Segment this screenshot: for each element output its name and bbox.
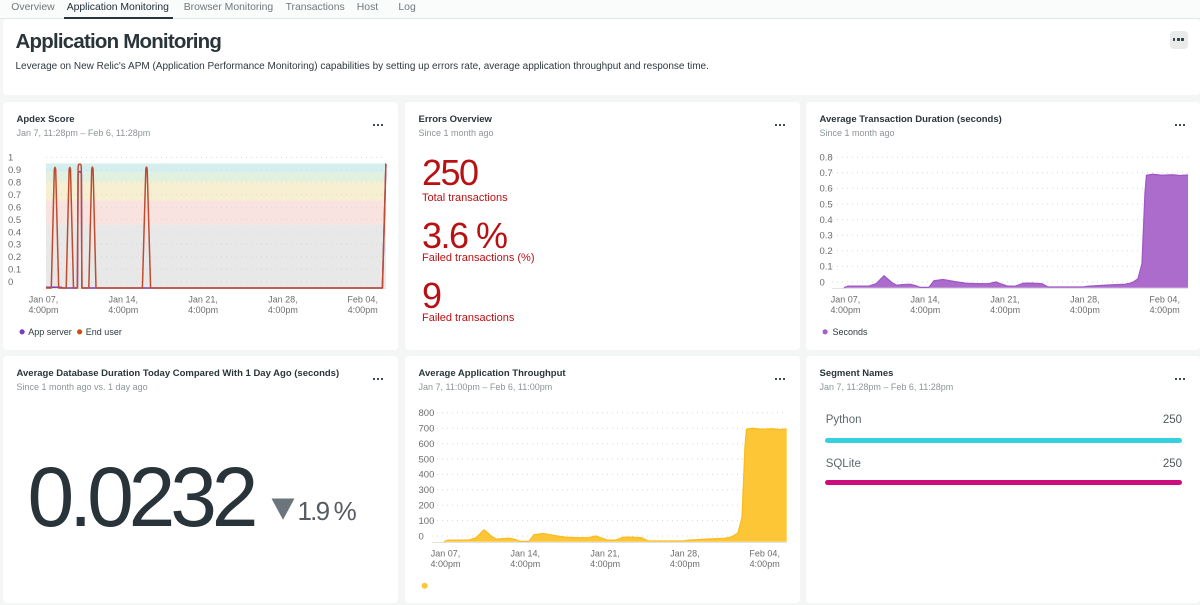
svg-text:0.1: 0.1: [820, 262, 833, 273]
svg-text:0.1: 0.1: [8, 265, 21, 276]
svg-text:300: 300: [419, 485, 435, 496]
svg-text:4:00pm: 4:00pm: [750, 559, 780, 569]
svg-text:600: 600: [419, 439, 435, 450]
svg-text:Jan 14,: Jan 14,: [109, 295, 139, 305]
svg-text:500: 500: [419, 454, 435, 465]
svg-text:0.8: 0.8: [8, 178, 21, 189]
svg-text:4:00pm: 4:00pm: [590, 559, 620, 569]
svg-text:4:00pm: 4:00pm: [830, 305, 860, 315]
svg-text:0: 0: [8, 277, 13, 288]
svg-text:Feb 04,: Feb 04,: [749, 549, 780, 559]
svg-text:0.3: 0.3: [8, 240, 21, 251]
svg-text:App server: App server: [28, 327, 72, 337]
svg-text:4:00pm: 4:00pm: [510, 559, 540, 569]
svg-text:4:00pm: 4:00pm: [990, 305, 1020, 315]
svg-text:Jan 14,: Jan 14,: [511, 549, 541, 559]
svg-text:4:00pm: 4:00pm: [348, 305, 378, 315]
svg-text:Jan 21,: Jan 21,: [188, 295, 218, 305]
svg-text:0.2: 0.2: [820, 246, 833, 257]
svg-text:Jan 28,: Jan 28,: [670, 549, 700, 559]
svg-text:4:00pm: 4:00pm: [430, 559, 460, 569]
svg-text:0.8: 0.8: [820, 153, 833, 164]
svg-text:Jan 21,: Jan 21,: [590, 549, 620, 559]
svg-text:4:00pm: 4:00pm: [108, 305, 138, 315]
svg-text:Jan 07,: Jan 07,: [831, 295, 861, 305]
svg-text:0.3: 0.3: [820, 231, 833, 242]
svg-text:0.5: 0.5: [8, 215, 21, 226]
svg-text:0.6: 0.6: [8, 202, 21, 213]
svg-text:4:00pm: 4:00pm: [28, 305, 58, 315]
svg-text:0.4: 0.4: [820, 215, 833, 226]
svg-text:Seconds: Seconds: [833, 327, 869, 337]
svg-text:0.9: 0.9: [8, 165, 21, 176]
svg-text:Feb 04,: Feb 04,: [347, 295, 378, 305]
svg-text:0.7: 0.7: [8, 190, 21, 201]
svg-text:400: 400: [419, 470, 435, 481]
svg-text:4:00pm: 4:00pm: [268, 305, 298, 315]
svg-text:0: 0: [820, 277, 825, 288]
svg-text:200: 200: [419, 501, 435, 512]
svg-text:Jan 07,: Jan 07,: [29, 295, 59, 305]
svg-text:End user: End user: [86, 327, 122, 337]
svg-text:4:00pm: 4:00pm: [1150, 305, 1180, 315]
svg-text:4:00pm: 4:00pm: [670, 559, 700, 569]
svg-text:800: 800: [419, 408, 435, 419]
svg-text:Jan 07,: Jan 07,: [431, 549, 461, 559]
svg-text:0.7: 0.7: [820, 168, 833, 179]
svg-text:0.4: 0.4: [8, 227, 21, 238]
svg-text:Jan 21,: Jan 21,: [990, 295, 1020, 305]
svg-text:Jan 28,: Jan 28,: [268, 295, 298, 305]
svg-text:1: 1: [8, 153, 13, 164]
svg-text:Jan 14,: Jan 14,: [911, 295, 941, 305]
svg-text:0.5: 0.5: [820, 199, 833, 210]
svg-text:700: 700: [419, 424, 435, 435]
svg-text:4:00pm: 4:00pm: [910, 305, 940, 315]
svg-text:4:00pm: 4:00pm: [1070, 305, 1100, 315]
svg-text:0.6: 0.6: [820, 184, 833, 195]
svg-text:Jan 28,: Jan 28,: [1070, 295, 1100, 305]
svg-text:0.2: 0.2: [8, 252, 21, 263]
svg-text:Feb 04,: Feb 04,: [1149, 295, 1180, 305]
svg-text:0: 0: [419, 531, 424, 542]
svg-text:100: 100: [419, 516, 435, 527]
svg-text:4:00pm: 4:00pm: [188, 305, 218, 315]
